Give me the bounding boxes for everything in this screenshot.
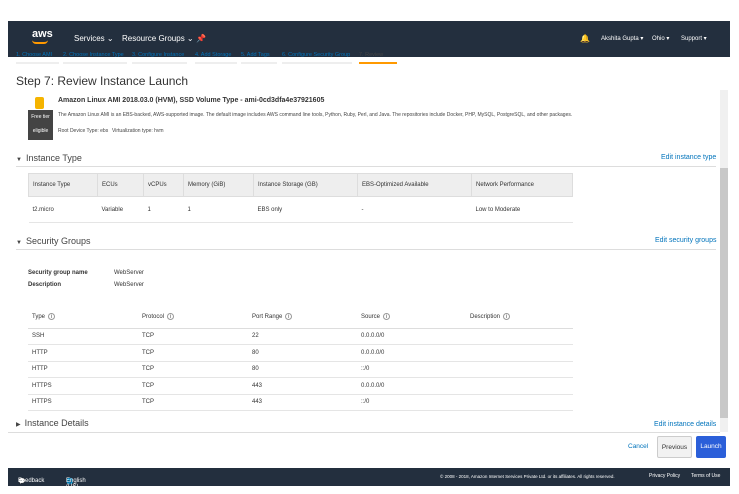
edit-instance-type-link[interactable]: Edit instance type — [661, 154, 716, 161]
cell: TCP — [138, 328, 248, 345]
info-icon[interactable]: i — [48, 313, 56, 321]
instance-type-table: Instance Type ECUs vCPUs Memory (GiB) In… — [28, 173, 573, 223]
tab-choose-ami[interactable]: 1. Choose AMI — [16, 52, 59, 64]
cell: 0.0.0.0/0 — [357, 328, 466, 345]
cell — [466, 361, 573, 378]
cell: TCP — [138, 394, 248, 411]
bell-icon[interactable]: 🔔 — [580, 34, 590, 43]
virtualization-type: Virtualization type: hvm — [112, 128, 164, 134]
cell: 1 — [143, 196, 184, 223]
table-row: HTTPS TCP 443::/0 — [28, 394, 573, 411]
column-header: Description i — [466, 306, 573, 329]
support-menu[interactable]: Support ▾ — [681, 35, 707, 42]
cell — [466, 394, 573, 411]
ami-name: Amazon Linux AMI 2018.03.0 (HVM), SSD Vo… — [58, 97, 325, 104]
cell — [466, 344, 573, 362]
column-header: Memory (GiB) — [183, 173, 254, 197]
wizard-tabs: 1. Choose AMI 2. Choose Instance Type 3.… — [8, 48, 730, 68]
services-menu[interactable]: Services ⌄ — [74, 34, 114, 43]
sg-name-value: WebServer — [114, 270, 144, 276]
cell: TCP — [138, 377, 248, 395]
cell: 443 — [248, 377, 357, 395]
aws-logo[interactable]: aws — [32, 28, 53, 44]
cell: 22 — [248, 328, 357, 345]
column-header: Instance Storage (GB) — [253, 173, 358, 197]
cell — [466, 328, 573, 345]
column-header: Network Performance — [471, 173, 573, 197]
free-tier-badge: Free tier eligible — [28, 110, 53, 140]
launch-button[interactable]: Launch — [696, 436, 726, 458]
cell: HTTP — [28, 344, 138, 362]
cancel-button[interactable]: Cancel — [628, 438, 648, 456]
table-row: SSH TCP 22 0.0.0.0/0 — [28, 328, 573, 345]
privacy-policy-link[interactable]: Privacy Policy — [649, 473, 680, 479]
cell — [466, 377, 573, 395]
tab-configure-instance[interactable]: 3. Configure Instance — [132, 52, 187, 64]
column-header: vCPUs — [143, 173, 184, 197]
cell: 80 — [248, 344, 357, 362]
cell: Low to Moderate — [471, 196, 573, 223]
cell: HTTPS — [28, 377, 138, 395]
edit-instance-details-link[interactable]: Edit instance details — [654, 420, 716, 429]
root-device-type: Root Device Type: ebs — [58, 128, 109, 134]
ami-description: The Amazon Linux AMI is an EBS-backed, A… — [58, 112, 573, 118]
cell: TCP — [138, 361, 248, 378]
cell: - — [357, 196, 472, 223]
pin-icon[interactable]: 📌 — [196, 34, 206, 43]
tab-configure-security-group[interactable]: 6. Configure Security Group — [282, 52, 352, 64]
column-header: Protocol i — [138, 306, 248, 329]
info-icon[interactable]: i — [285, 313, 293, 321]
info-icon[interactable]: i — [503, 313, 511, 321]
cell: TCP — [138, 344, 248, 362]
region-menu[interactable]: Ohio ▾ — [652, 35, 669, 42]
terms-of-use-link[interactable]: Terms of Use — [691, 473, 720, 479]
column-header: Type i — [28, 306, 138, 329]
edit-security-groups-link[interactable]: Edit security groups — [655, 237, 716, 244]
sg-description-label: Description — [28, 282, 62, 288]
cell: HTTP — [28, 361, 138, 378]
tab-review[interactable]: 7. Review — [359, 52, 397, 64]
ami-icon — [35, 97, 44, 109]
cell: 1 — [183, 196, 254, 223]
instance-details-section-toggle[interactable]: ▶ Instance Details — [16, 418, 89, 431]
security-groups-section-toggle[interactable]: ▼ Security Groups — [16, 236, 90, 246]
cell: 0.0.0.0/0 — [357, 377, 466, 395]
resource-groups-menu[interactable]: Resource Groups ⌄ — [122, 34, 194, 43]
info-icon[interactable]: i — [383, 313, 391, 321]
column-header: EBS-Optimized Available — [357, 173, 472, 197]
cell: ::/0 — [357, 361, 466, 378]
cell: 443 — [248, 394, 357, 411]
instance-type-section-toggle[interactable]: ▼ Instance Type — [16, 153, 82, 163]
scrollbar-thumb[interactable] — [720, 168, 728, 418]
page-title: Step 7: Review Instance Launch — [16, 74, 189, 88]
sg-name-label: Security group name — [28, 270, 88, 276]
column-header: ECUs — [97, 173, 144, 197]
cell: SSH — [28, 328, 138, 345]
copyright: © 2008 - 2018, Amazon Internet Services … — [440, 474, 615, 479]
table-row: HTTPS TCP 443 0.0.0.0/0 — [28, 377, 573, 395]
table-row: HTTP TCP 80::/0 — [28, 361, 573, 378]
column-header: Instance Type — [28, 173, 98, 197]
cell: 0.0.0.0/0 — [357, 344, 466, 362]
footer: 💬 Feedback 🌐 English (US) © 2008 - 2018,… — [8, 468, 730, 490]
user-menu[interactable]: Akshita Gupta ▾ — [601, 35, 643, 42]
table-row: HTTP TCP 80 0.0.0.0/0 — [28, 344, 573, 362]
info-icon[interactable]: i — [167, 313, 175, 321]
tab-add-tags[interactable]: 5. Add Tags — [241, 52, 277, 64]
cell: 80 — [248, 361, 357, 378]
cell: t2.micro — [28, 196, 98, 223]
column-header: Source i — [357, 306, 466, 329]
column-header: Port Range i — [248, 306, 357, 329]
cell: EBS only — [253, 196, 358, 223]
cell: ::/0 — [357, 394, 466, 411]
previous-button[interactable]: Previous — [657, 436, 692, 458]
table-row: t2.micro Variable 1 1 EBS only - Low to … — [28, 196, 573, 223]
cell: Variable — [97, 196, 144, 223]
tab-add-storage[interactable]: 4. Add Storage — [195, 52, 237, 64]
sg-description-value: WebServer — [114, 282, 144, 288]
cell: HTTPS — [28, 394, 138, 411]
tab-choose-instance-type[interactable]: 2. Choose Instance Type — [63, 52, 127, 64]
scrollbar[interactable] — [720, 90, 728, 432]
security-rules-table: Type i Protocol i Port Range i Source i Desc… — [28, 306, 573, 411]
